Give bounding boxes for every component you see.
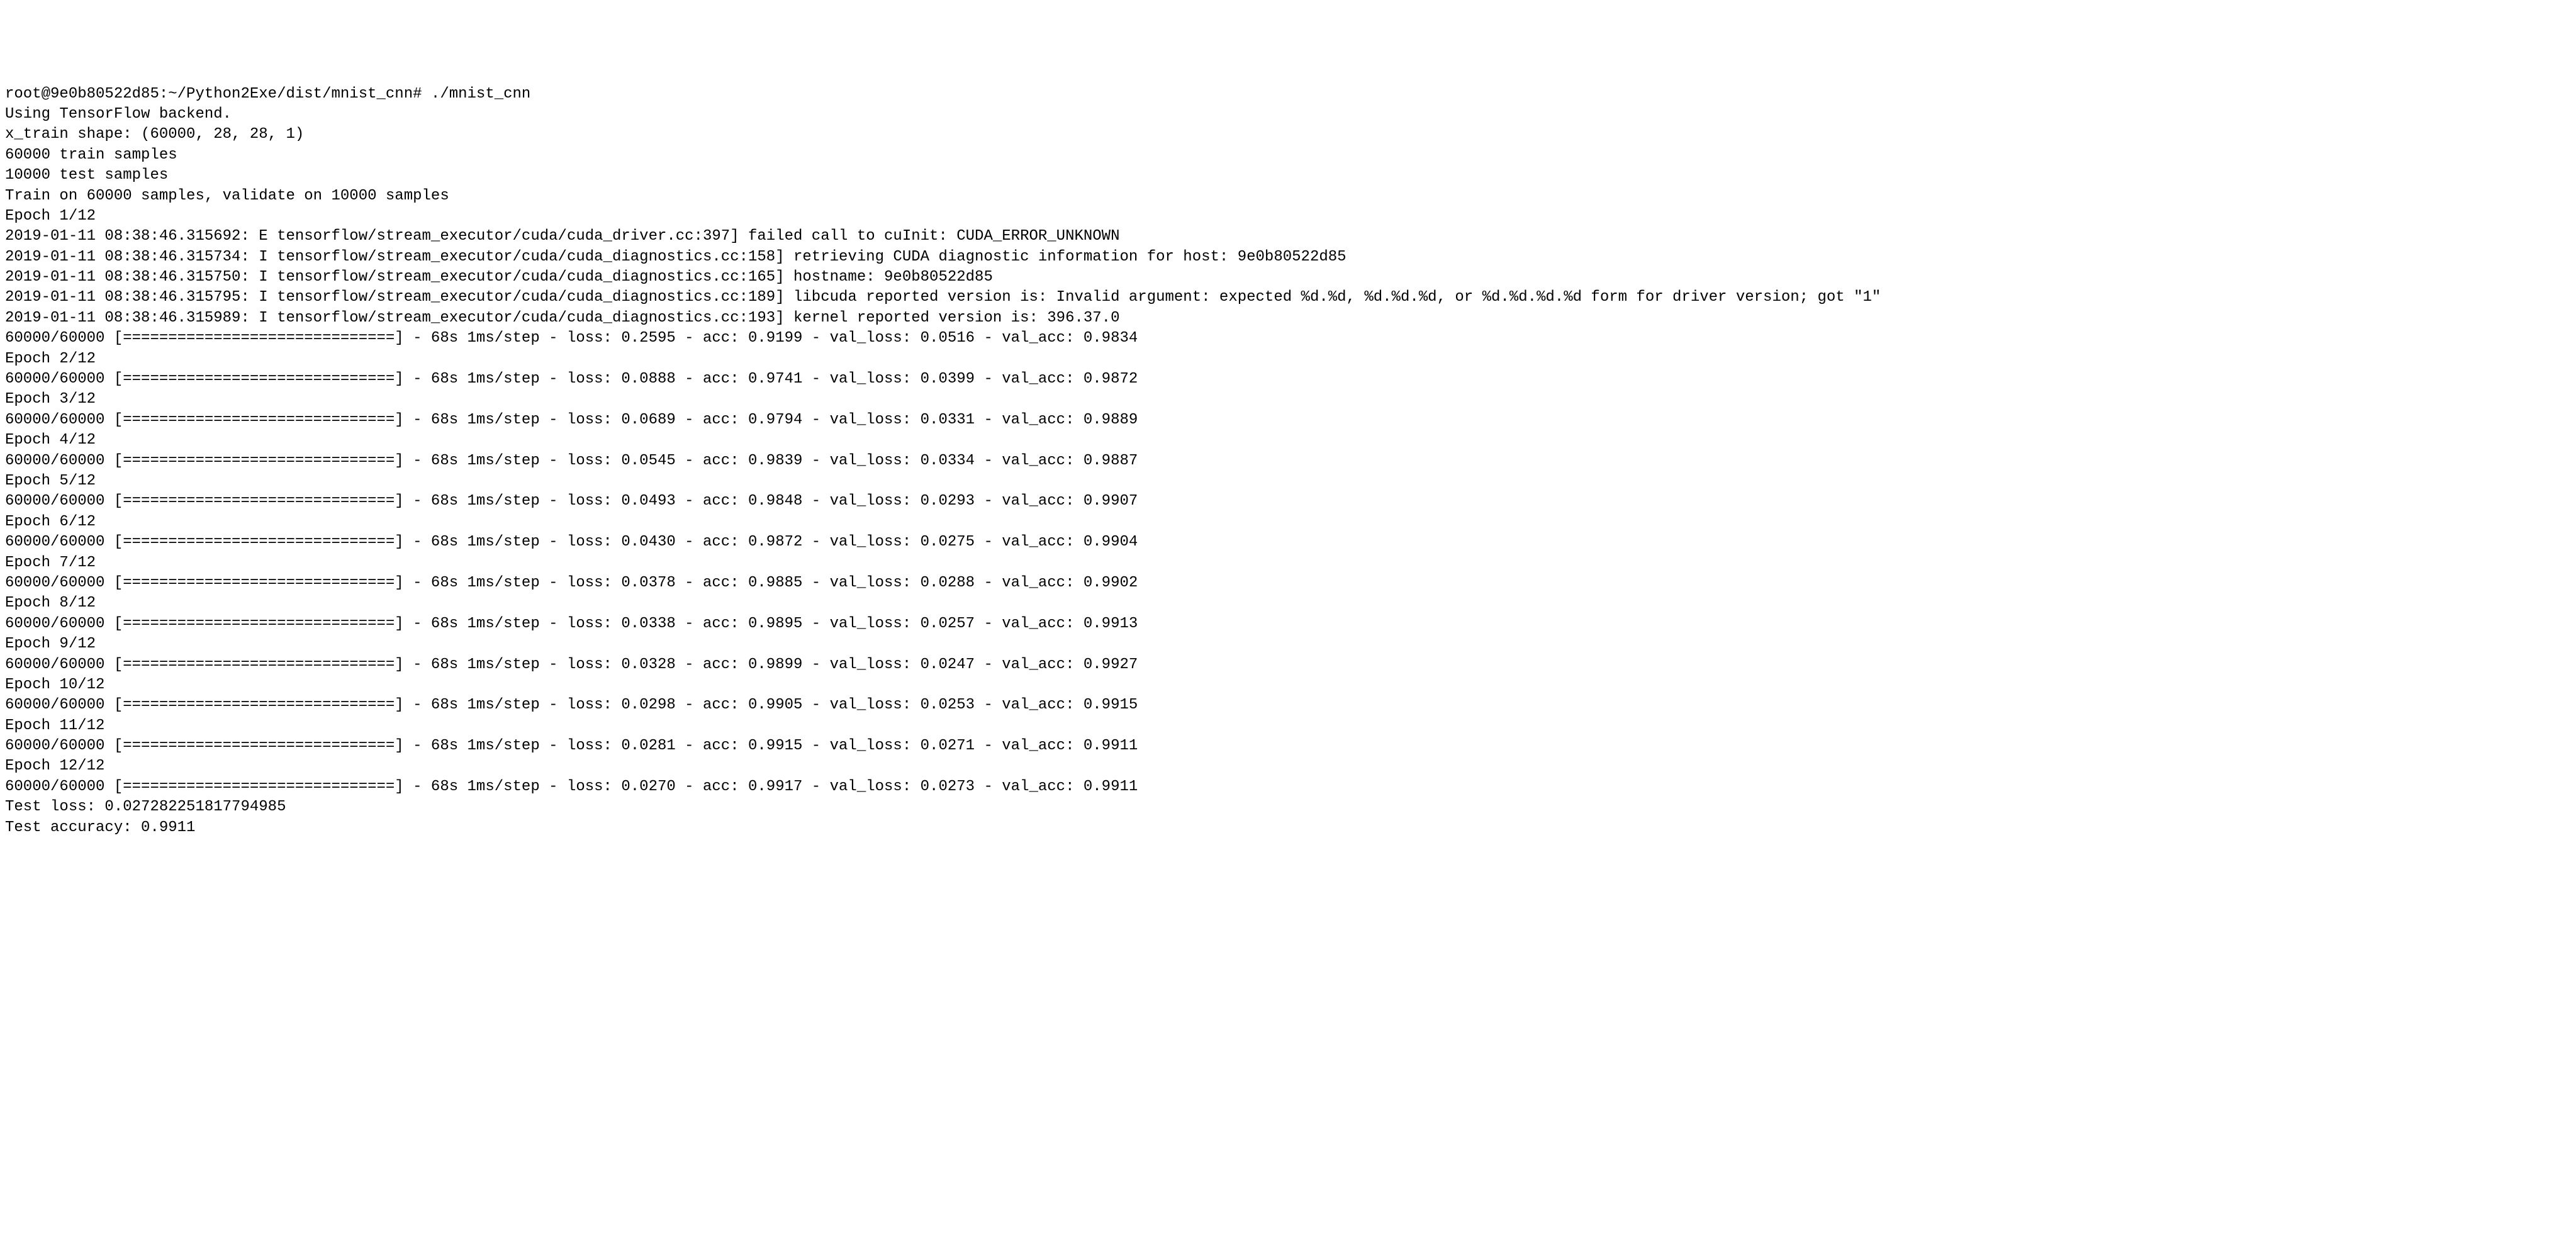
epoch-progress: 60000/60000 [===========================… (5, 369, 2571, 389)
xtrain-shape-line: x_train shape: (60000, 28, 28, 1) (5, 125, 2571, 145)
backend-line: Using TensorFlow backend. (5, 104, 2571, 125)
cuda-log-line: 2019-01-11 08:38:46.315750: I tensorflow… (5, 267, 2571, 288)
epoch-progress: 60000/60000 [===========================… (5, 777, 2571, 797)
epoch-progress: 60000/60000 [===========================… (5, 573, 2571, 593)
epoch-label: Epoch 6/12 (5, 512, 2571, 532)
epoch-label: Epoch 3/12 (5, 389, 2571, 410)
epoch-progress: 60000/60000 [===========================… (5, 451, 2571, 471)
epoch-progress: 60000/60000 [===========================… (5, 532, 2571, 552)
epoch-label: Epoch 4/12 (5, 430, 2571, 450)
cuda-log-line: 2019-01-11 08:38:46.315989: I tensorflow… (5, 308, 2571, 328)
prompt-line: root@9e0b80522d85:~/Python2Exe/dist/mnis… (5, 84, 2571, 104)
epoch-label: Epoch 8/12 (5, 593, 2571, 613)
train-on-line: Train on 60000 samples, validate on 1000… (5, 186, 2571, 206)
epoch-label: Epoch 1/12 (5, 206, 2571, 226)
test-samples-line: 10000 test samples (5, 165, 2571, 186)
epoch-progress: 60000/60000 [===========================… (5, 736, 2571, 756)
test-loss-line: Test loss: 0.027282251817794985 (5, 797, 2571, 817)
epoch-label: Epoch 11/12 (5, 716, 2571, 736)
terminal-output[interactable]: root@9e0b80522d85:~/Python2Exe/dist/mnis… (5, 84, 2571, 838)
epoch-label: Epoch 5/12 (5, 471, 2571, 491)
epoch-label: Epoch 7/12 (5, 553, 2571, 573)
epoch-progress: 60000/60000 [===========================… (5, 328, 2571, 349)
train-samples-line: 60000 train samples (5, 145, 2571, 165)
epoch-label: Epoch 2/12 (5, 349, 2571, 369)
epoch-progress: 60000/60000 [===========================… (5, 655, 2571, 675)
cuda-log-line: 2019-01-11 08:38:46.315734: I tensorflow… (5, 247, 2571, 267)
epoch-progress: 60000/60000 [===========================… (5, 410, 2571, 430)
cuda-log-line: 2019-01-11 08:38:46.315795: I tensorflow… (5, 288, 2571, 308)
epoch-progress: 60000/60000 [===========================… (5, 695, 2571, 715)
epoch-progress: 60000/60000 [===========================… (5, 491, 2571, 512)
epoch-progress: 60000/60000 [===========================… (5, 614, 2571, 634)
epoch-label: Epoch 9/12 (5, 634, 2571, 654)
test-accuracy-line: Test accuracy: 0.9911 (5, 818, 2571, 838)
epoch-label: Epoch 12/12 (5, 756, 2571, 776)
cuda-log-line: 2019-01-11 08:38:46.315692: E tensorflow… (5, 226, 2571, 247)
epoch-label: Epoch 10/12 (5, 675, 2571, 695)
